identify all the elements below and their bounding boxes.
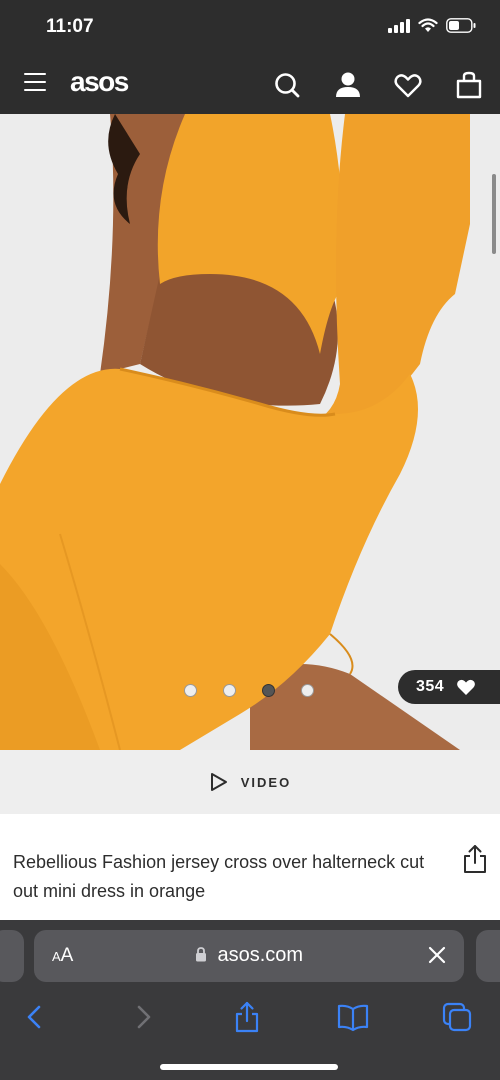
- menu-icon[interactable]: [24, 73, 46, 91]
- product-info: Rebellious Fashion jersey cross over hal…: [0, 814, 500, 920]
- page: 11:07 asos 354 VIDEO Rebellious Fashion …: [0, 0, 500, 1080]
- previous-tab-preview[interactable]: [0, 930, 24, 982]
- account-icon[interactable]: [333, 70, 363, 100]
- page-scrollbar[interactable]: [492, 174, 496, 254]
- carousel-dot-3[interactable]: [262, 684, 275, 697]
- bookmarks-icon[interactable]: [336, 1000, 370, 1034]
- signal-icon: [388, 18, 410, 33]
- likes-count: 354: [416, 678, 445, 695]
- carousel-dots: [184, 684, 314, 697]
- tabs-icon[interactable]: [440, 1000, 474, 1034]
- carousel-dot-2[interactable]: [223, 684, 236, 697]
- site-header: asos: [0, 56, 500, 114]
- play-icon: [210, 773, 227, 791]
- carousel-dot-4[interactable]: [301, 684, 314, 697]
- close-icon[interactable]: [426, 944, 448, 966]
- next-tab-preview[interactable]: [476, 930, 500, 982]
- product-image-carousel[interactable]: 354: [0, 114, 500, 750]
- wifi-icon: [418, 18, 438, 32]
- address-bar[interactable]: AA asos.com: [34, 930, 464, 982]
- product-title: Rebellious Fashion jersey cross over hal…: [13, 852, 425, 901]
- status-bar: 11:07: [0, 0, 500, 56]
- product-photo: [0, 114, 500, 750]
- browser-nav: [0, 994, 500, 1038]
- asos-logo[interactable]: asos: [70, 66, 129, 98]
- heart-filled-icon: [457, 679, 476, 695]
- status-time: 11:07: [46, 16, 94, 37]
- back-icon[interactable]: [18, 1000, 52, 1034]
- share-icon[interactable]: [230, 1000, 264, 1034]
- browser-toolbar: AA asos.com: [0, 920, 500, 1080]
- save-count-button[interactable]: 354: [398, 670, 500, 704]
- video-button[interactable]: VIDEO: [0, 750, 500, 814]
- battery-icon: [446, 18, 476, 33]
- forward-icon[interactable]: [126, 1000, 160, 1034]
- url-text: asos.com: [217, 944, 304, 966]
- lock-icon: [195, 947, 206, 962]
- bag-icon[interactable]: [454, 70, 484, 100]
- video-label: VIDEO: [240, 774, 292, 790]
- share-icon[interactable]: [462, 844, 488, 874]
- heart-icon[interactable]: [393, 70, 423, 100]
- search-icon[interactable]: [272, 70, 302, 100]
- carousel-dot-1[interactable]: [184, 684, 197, 697]
- home-indicator[interactable]: [160, 1064, 338, 1070]
- status-icons: [388, 18, 476, 33]
